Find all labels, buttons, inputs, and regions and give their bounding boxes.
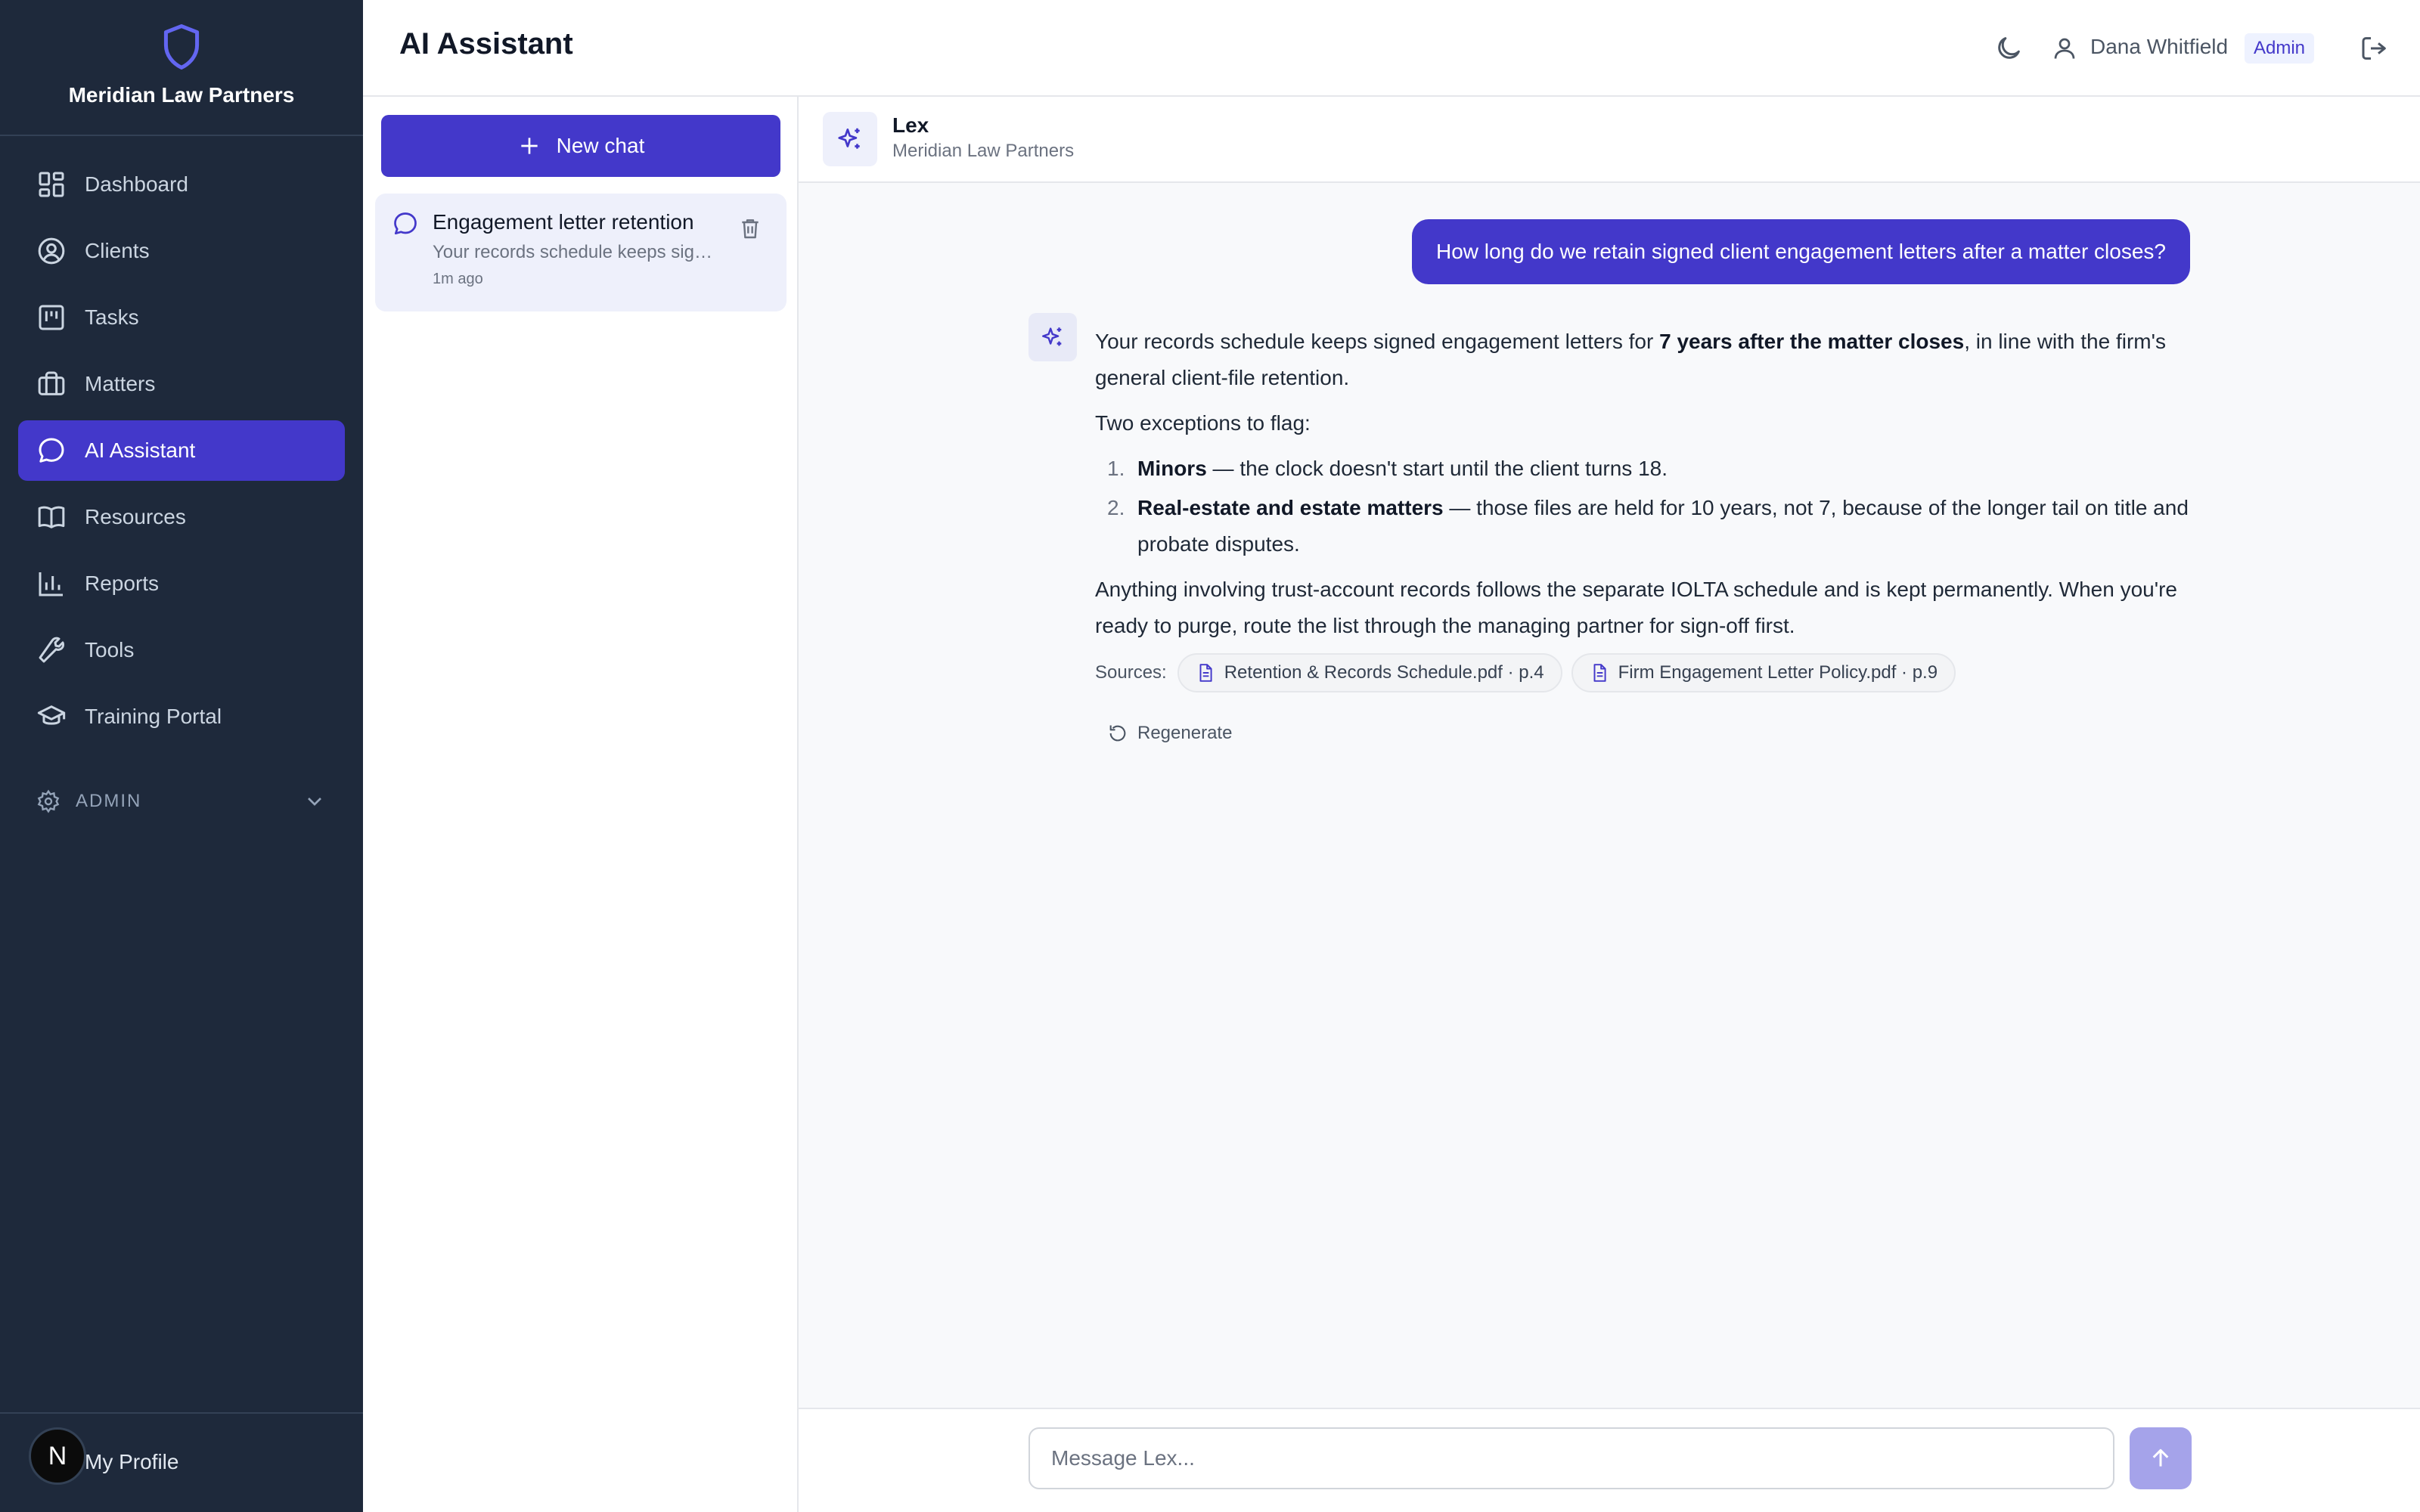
arrow-up-icon: [2152, 1448, 2169, 1467]
source-chip-label: Firm Engagement Letter Policy.pdf · p.9: [1618, 662, 1938, 683]
message-thread: How long do we retain signed client enga…: [799, 183, 2420, 1408]
sidebar-item-reports[interactable]: Reports: [18, 553, 345, 614]
exceptions-list: 1. Minors — the clock doesn't start until…: [1095, 451, 2199, 562]
source-chip[interactable]: Firm Engagement Letter Policy.pdf · p.9: [1571, 653, 1956, 692]
sidebar-item-label: Training Portal: [85, 705, 222, 728]
answer-paragraph: Your records schedule keeps signed engag…: [1095, 324, 2199, 396]
avatar[interactable]: N: [29, 1427, 86, 1485]
sidebar-item-training-portal[interactable]: Training Portal: [18, 686, 345, 747]
assistant-message: Your records schedule keeps signed engag…: [1095, 324, 2199, 751]
answer-emphasis: Real-estate and estate matters: [1137, 496, 1444, 519]
assistant-name: Lex: [892, 113, 929, 137]
document-icon: [1593, 664, 1606, 682]
send-button[interactable]: [2130, 1427, 2192, 1489]
answer-emphasis: Minors: [1137, 457, 1207, 480]
sidebar-item-label: Matters: [85, 372, 156, 395]
sidebar-item-label: Tools: [85, 638, 135, 662]
brand: Meridian Law Partners: [0, 0, 363, 136]
top-bar: AI Assistant Dana Whitfield Admin: [363, 0, 2420, 97]
conversation-title: Engagement letter retention: [433, 210, 694, 234]
sidebar-item-label: Tasks: [85, 305, 139, 329]
role-badge: Admin: [2245, 33, 2315, 64]
regenerate-button[interactable]: Regenerate: [1107, 715, 2199, 751]
conversation-list-panel: New chat Engagement letter retention You…: [363, 97, 799, 1512]
my-profile-link[interactable]: My Profile: [85, 1450, 178, 1474]
shield-icon: [163, 24, 200, 70]
sidebar-item-label: Reports: [85, 572, 160, 595]
sidebar-item-label: AI Assistant: [85, 438, 196, 462]
sidebar-item-matters[interactable]: Matters: [18, 354, 345, 414]
dashboard-icon: [39, 172, 64, 197]
source-chip-label: Retention & Records Schedule.pdf · p.4: [1224, 662, 1544, 683]
assistant-org: Meridian Law Partners: [892, 141, 1075, 161]
logout-icon[interactable]: [2360, 33, 2390, 64]
user-circle-icon: [38, 237, 65, 265]
sidebar-nav: Dashboard Clients Tasks Matters AI Assis…: [18, 154, 345, 753]
page-title: AI Assistant: [399, 27, 573, 60]
bar-chart-icon: [39, 572, 63, 596]
chat-header: Lex Meridian Law Partners: [799, 97, 2420, 183]
admin-section-label: ADMIN: [76, 791, 142, 811]
list-number: 1.: [1107, 457, 1125, 480]
sources-label: Sources:: [1095, 662, 1167, 683]
trash-icon[interactable]: [738, 216, 762, 240]
sidebar: Meridian Law Partners Dashboard Clients …: [0, 0, 363, 1512]
gear-icon: [37, 789, 60, 813]
answer-paragraph: Two exceptions to flag:: [1095, 411, 1311, 435]
list-number: 2.: [1107, 496, 1125, 519]
conversation-preview: Your records schedule keeps signed engag…: [433, 242, 712, 262]
sources-row: Sources: Retention & Records Schedule.pd…: [1095, 653, 2199, 692]
user-name: Dana Whitfield: [2090, 35, 2229, 58]
answer-text: — the clock doesn't start until the clie…: [1206, 457, 1668, 480]
conversation-item[interactable]: Engagement letter retention Your records…: [375, 194, 786, 311]
sidebar-item-ai-assistant[interactable]: AI Assistant: [18, 420, 345, 481]
answer-emphasis: 7 years after the matter closes: [1659, 330, 1965, 353]
brand-name: Meridian Law Partners: [68, 83, 295, 107]
message-input[interactable]: [1028, 1427, 2114, 1489]
list-item: 1. Minors — the clock doesn't start until…: [1095, 451, 2199, 487]
chat-icon: [39, 438, 64, 463]
regenerate-label: Regenerate: [1137, 723, 1233, 743]
assistant-avatar: [1028, 313, 1077, 361]
message-composer: [799, 1408, 2420, 1512]
sidebar-item-resources[interactable]: Resources: [18, 487, 345, 547]
source-chip[interactable]: Retention & Records Schedule.pdf · p.4: [1177, 653, 1562, 692]
document-icon: [1199, 664, 1212, 682]
sidebar-item-clients[interactable]: Clients: [18, 221, 345, 281]
wrench-icon: [39, 637, 65, 663]
chat-icon: [394, 212, 417, 235]
assistant-avatar: [823, 112, 877, 166]
chevron-down-icon: [308, 798, 321, 806]
sidebar-item-label: Dashboard: [85, 172, 188, 196]
sidebar-item-dashboard[interactable]: Dashboard: [18, 154, 345, 215]
sparkles-icon: [1042, 327, 1062, 346]
moon-icon[interactable]: [1993, 33, 2024, 64]
sidebar-item-tasks[interactable]: Tasks: [18, 287, 345, 348]
plus-icon: [520, 138, 538, 154]
sidebar-item-label: Resources: [85, 505, 186, 528]
user-icon: [2054, 38, 2075, 59]
answer-text: Your records schedule keeps signed engag…: [1095, 330, 1660, 353]
refresh-icon: [1109, 725, 1126, 742]
new-chat-label: New chat: [556, 134, 645, 157]
kanban-icon: [39, 305, 64, 330]
graduation-cap-icon: [37, 705, 66, 725]
sidebar-item-tools[interactable]: Tools: [18, 620, 345, 680]
answer-paragraph: Anything involving trust-account records…: [1095, 578, 2177, 637]
conversation-time: 1m ago: [433, 271, 483, 287]
admin-section-toggle[interactable]: ADMIN: [18, 771, 345, 832]
sidebar-item-label: Clients: [85, 239, 150, 262]
book-icon: [38, 506, 65, 528]
list-item: 2. Real-estate and estate matters — those…: [1095, 490, 2199, 562]
user-message-bubble: How long do we retain signed client enga…: [1412, 219, 2190, 284]
new-chat-button[interactable]: New chat: [381, 115, 780, 177]
briefcase-icon: [38, 371, 65, 395]
sparkles-icon: [838, 128, 860, 149]
